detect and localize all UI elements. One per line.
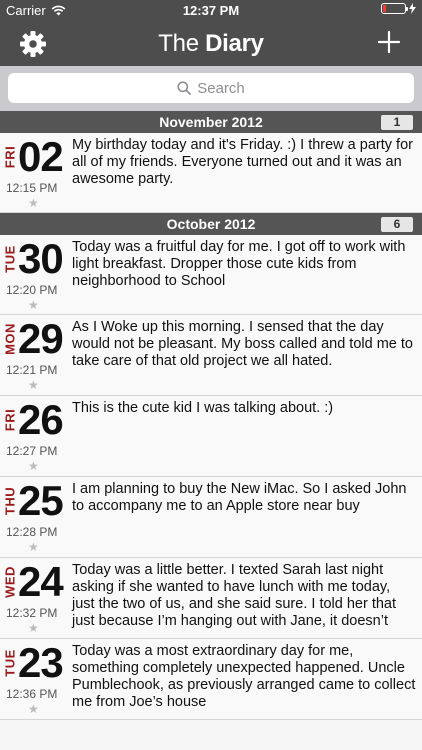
entry-weekday: TUE [2,235,18,283]
entry-text: As I Woke up this morning. I sensed that… [72,319,413,369]
app-title-light: The [158,30,199,57]
navigation-bar: The Diary [0,22,422,66]
entry-weekday-label: FRI [2,408,18,432]
charging-icon [409,3,416,14]
entry-text: Today was a fruitful day for me. I got o… [72,239,406,289]
entry-weekday-label: WED [2,566,18,598]
entry-time: 12:27 PM [6,444,58,458]
entry-day: 25 [18,477,64,524]
entry-text: Today was a little better. I texted Sara… [72,562,397,629]
diary-entry[interactable]: MON 29 12:21 PM ★ As I Woke up this morning.… [0,315,422,396]
entry-day: 26 [18,396,64,443]
entry-day: 02 [18,133,64,180]
entry-time: 12:32 PM [6,606,58,620]
entry-time: 12:15 PM [6,181,58,195]
entry-text: Today was a most extraordinary day for m… [72,643,416,710]
search-icon [177,81,192,95]
app-title-bold: Diary [205,30,264,57]
star-icon[interactable]: ★ [28,621,39,635]
entry-weekday-label: MON [2,323,18,355]
entry-text: My birthday today and it's Friday. :) I … [72,137,413,187]
battery-area [381,3,416,14]
entry-time: 12:20 PM [6,283,58,297]
section-count-badge: 6 [381,217,413,232]
section-title: October 2012 [166,216,256,232]
entry-day: 24 [18,558,64,605]
entry-text: This is the cute kid I was talking about… [72,400,334,416]
entry-weekday: THU [2,477,18,525]
battery-icon [381,3,408,14]
app-title: The Diary [0,30,422,58]
entry-day: 30 [18,235,64,282]
plus-icon[interactable] [376,29,402,55]
entry-weekday-label: TUE [2,245,18,273]
star-icon[interactable]: ★ [28,702,39,716]
search-bar: Search [0,66,422,111]
status-time: 12:37 PM [182,3,240,18]
search-placeholder: Search [197,79,245,97]
entry-day: 23 [18,639,64,686]
section-count-badge: 1 [381,115,413,130]
section-title: November 2012 [159,114,263,130]
diary-app: Carrier 12:37 PM The Diary Search Novemb… [0,0,422,750]
star-icon[interactable]: ★ [28,540,39,554]
entry-weekday: TUE [2,639,18,687]
star-icon[interactable]: ★ [28,459,39,473]
diary-entry[interactable]: TUE 23 12:36 PM ★ Today was a most extraordi… [0,639,422,720]
entry-weekday-label: THU [2,486,18,516]
entry-list: November 2012 1 FRI 02 12:15 PM ★ My birthday … [0,111,422,720]
diary-entry[interactable]: THU 25 12:28 PM ★ I am planning to buy the N… [0,477,422,558]
entry-weekday: FRI [2,396,18,444]
diary-entry[interactable]: WED 24 12:32 PM ★ Today was a little better.… [0,558,422,639]
entry-time: 12:28 PM [6,525,58,539]
diary-entry[interactable]: FRI 26 12:27 PM ★ This is the cute kid I was… [0,396,422,477]
star-icon[interactable]: ★ [28,378,39,392]
entry-weekday: FRI [2,133,18,181]
entry-text: I am planning to buy the New iMac. So I … [72,481,407,514]
search-input[interactable]: Search [8,73,414,103]
status-bar: Carrier 12:37 PM [0,0,422,22]
section-header: October 2012 6 [0,213,422,235]
entry-weekday: MON [2,315,18,363]
entry-time: 12:36 PM [6,687,58,701]
entry-weekday-label: FRI [2,145,18,169]
diary-entry[interactable]: FRI 02 12:15 PM ★ My birthday today and it's… [0,133,422,213]
diary-entry[interactable]: TUE 30 12:20 PM ★ Today was a fruitful day f… [0,235,422,315]
entry-time: 12:21 PM [6,363,58,377]
star-icon[interactable]: ★ [28,298,39,312]
entry-day: 29 [18,315,64,362]
star-icon[interactable]: ★ [28,196,39,210]
entry-weekday: WED [2,558,18,606]
entry-weekday-label: TUE [2,649,18,677]
section-header: November 2012 1 [0,111,422,133]
